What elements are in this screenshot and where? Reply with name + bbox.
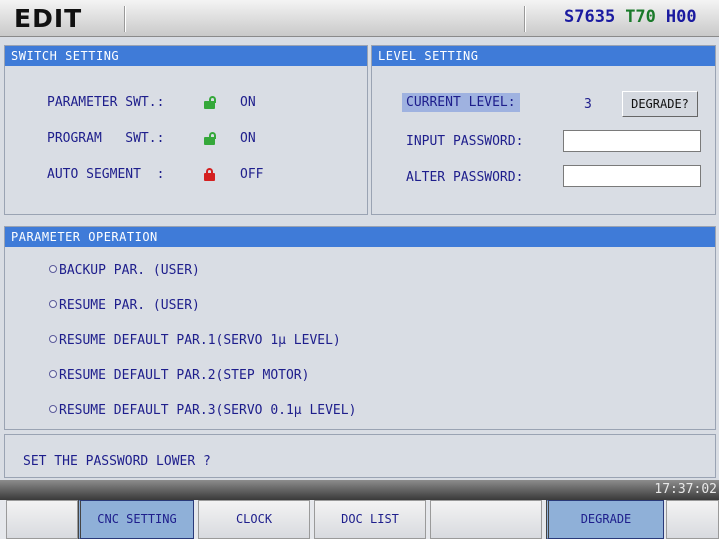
- parameter-operation-header: PARAMETER OPERATION: [5, 227, 715, 247]
- spindle-speed: S7635: [564, 7, 616, 27]
- radio-icon[interactable]: [49, 335, 57, 343]
- softkey-degrade[interactable]: DEGRADE: [546, 500, 664, 539]
- softkey-clock[interactable]: CLOCK: [198, 500, 310, 539]
- spindle-tool-status: S7635 T70 H00: [564, 7, 707, 27]
- option-resume-default-par2[interactable]: RESUME DEFAULT PAR.2(STEP MOTOR): [49, 368, 309, 383]
- parameter-switch-label: PARAMETER SWT.:: [47, 95, 165, 110]
- radio-icon[interactable]: [49, 300, 57, 308]
- softkey-cnc-setting[interactable]: CNC SETTING: [78, 500, 194, 539]
- message-bar: SET THE PASSWORD LOWER ?: [4, 434, 716, 478]
- switch-setting-header: SWITCH SETTING: [5, 46, 367, 66]
- current-level-label: CURRENT LEVEL:: [402, 93, 520, 112]
- divider: [124, 6, 126, 32]
- prompt-message: SET THE PASSWORD LOWER ?: [23, 454, 211, 469]
- unlock-icon[interactable]: [203, 132, 216, 145]
- lock-icon[interactable]: [203, 168, 215, 181]
- tool-number: T70: [625, 7, 656, 27]
- divider: [524, 6, 526, 32]
- switch-setting-panel: SWITCH SETTING PARAMETER SWT.: ON PROGRA…: [4, 45, 368, 215]
- softkey-5[interactable]: [430, 500, 542, 539]
- option-resume-par[interactable]: RESUME PAR. (USER): [49, 298, 200, 313]
- radio-icon[interactable]: [49, 405, 57, 413]
- softkey-doc-list[interactable]: DOC LIST: [314, 500, 426, 539]
- level-setting-panel: LEVEL SETTING CURRENT LEVEL: 3 DEGRADE? …: [371, 45, 716, 215]
- input-password-label: INPUT PASSWORD:: [406, 134, 524, 149]
- option-backup-par[interactable]: BACKUP PAR. (USER): [49, 263, 200, 278]
- h-offset: H00: [665, 7, 697, 27]
- alter-password-field[interactable]: [563, 165, 701, 187]
- option-resume-default-par3[interactable]: RESUME DEFAULT PAR.3(SERVO 0.1μ LEVEL): [49, 403, 356, 418]
- parameter-operation-panel: PARAMETER OPERATION BACKUP PAR. (USER) R…: [4, 226, 716, 430]
- parameter-switch-state[interactable]: ON: [240, 95, 256, 110]
- clock-bar: 17:37:02: [0, 480, 719, 500]
- softkey-7[interactable]: [666, 500, 719, 539]
- clock-time: 17:37:02: [654, 482, 717, 497]
- softkey-1[interactable]: [6, 500, 78, 539]
- program-switch-label: PROGRAM SWT.:: [47, 131, 165, 146]
- auto-segment-label: AUTO SEGMENT :: [47, 167, 165, 182]
- radio-icon[interactable]: [49, 265, 57, 273]
- level-setting-header: LEVEL SETTING: [372, 46, 715, 66]
- mode-indicator: EDIT: [14, 4, 83, 33]
- auto-segment-state[interactable]: OFF: [240, 167, 263, 182]
- input-password-field[interactable]: [563, 130, 701, 152]
- radio-icon[interactable]: [49, 370, 57, 378]
- softkey-bar: CNC SETTING CLOCK DOC LIST DEGRADE: [0, 500, 719, 539]
- option-resume-default-par1[interactable]: RESUME DEFAULT PAR.1(SERVO 1μ LEVEL): [49, 333, 341, 348]
- alter-password-label: ALTER PASSWORD:: [406, 170, 524, 185]
- degrade-question-button[interactable]: DEGRADE?: [622, 91, 698, 117]
- current-level-value: 3: [584, 97, 592, 112]
- unlock-icon[interactable]: [203, 96, 216, 109]
- top-status-bar: EDIT S7635 T70 H00: [0, 0, 719, 37]
- program-switch-state[interactable]: ON: [240, 131, 256, 146]
